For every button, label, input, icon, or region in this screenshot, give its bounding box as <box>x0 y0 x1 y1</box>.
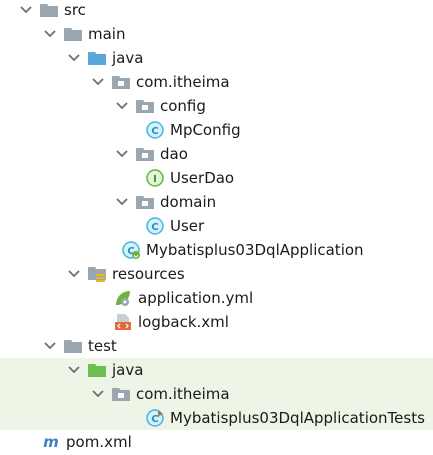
chevron-down-icon[interactable] <box>42 338 58 354</box>
chevron-down-icon[interactable] <box>66 50 82 66</box>
folder-green-test-icon <box>88 361 106 379</box>
package-icon <box>136 97 154 115</box>
tree-node-label: java <box>112 361 144 379</box>
chevron-down-icon[interactable] <box>42 26 58 42</box>
folder-gray-icon <box>64 25 82 43</box>
xml-file-icon <box>114 313 132 331</box>
chevron-down-icon[interactable] <box>114 194 130 210</box>
chevron-down-icon[interactable] <box>90 74 106 90</box>
svg-text:m: m <box>43 433 59 451</box>
chevron-down-icon[interactable] <box>90 386 106 402</box>
tree-node-class-mpconfig[interactable]: C MpConfig <box>0 118 433 142</box>
project-tree: src main java com.itheima config C MpCon… <box>0 0 433 455</box>
folder-blue-source-icon <box>88 49 106 67</box>
svg-text:C: C <box>151 126 158 137</box>
tree-node-interface-userdao[interactable]: I UserDao <box>0 166 433 190</box>
spring-boot-class-icon: C <box>122 241 140 259</box>
tree-node-label: src <box>64 1 86 19</box>
resources-folder-icon <box>88 265 106 283</box>
folder-gray-icon <box>40 1 58 19</box>
tree-node-file-application-yml[interactable]: application.yml <box>0 286 433 310</box>
tree-node-file-logback-xml[interactable]: logback.xml <box>0 310 433 334</box>
tree-node-test[interactable]: test <box>0 334 433 358</box>
chevron-down-icon[interactable] <box>114 98 130 114</box>
tree-node-label: test <box>88 337 117 355</box>
chevron-down-icon[interactable] <box>114 146 130 162</box>
folder-gray-icon <box>64 337 82 355</box>
tree-node-label: config <box>160 97 206 115</box>
maven-icon: m <box>42 433 60 451</box>
tree-node-label: User <box>170 217 205 235</box>
chevron-down-icon[interactable] <box>18 2 34 18</box>
tree-node-class-application-tests[interactable]: C Mybatisplus03DqlApplicationTests <box>0 406 433 430</box>
tree-node-class-user[interactable]: C User <box>0 214 433 238</box>
tree-node-package-domain[interactable]: domain <box>0 190 433 214</box>
tree-node-java-test[interactable]: java <box>0 358 433 382</box>
tree-node-label: java <box>112 49 144 67</box>
chevron-down-icon[interactable] <box>66 266 82 282</box>
tree-node-label: logback.xml <box>138 313 229 331</box>
package-icon <box>136 145 154 163</box>
tree-node-package-dao[interactable]: dao <box>0 142 433 166</box>
tree-node-package-config[interactable]: config <box>0 94 433 118</box>
tree-node-label: dao <box>160 145 188 163</box>
tree-node-label: Mybatisplus03DqlApplicationTests <box>170 409 425 427</box>
interface-icon: I <box>146 169 164 187</box>
class-icon: C <box>146 121 164 139</box>
tree-node-label: domain <box>160 193 217 211</box>
tree-node-main[interactable]: main <box>0 22 433 46</box>
package-icon <box>112 73 130 91</box>
tree-node-label: MpConfig <box>170 121 241 139</box>
tree-node-label: main <box>88 25 126 43</box>
tree-node-src[interactable]: src <box>0 0 433 22</box>
tree-node-file-pom-xml[interactable]: m pom.xml <box>0 430 433 454</box>
tree-node-package-com-itheima[interactable]: com.itheima <box>0 70 433 94</box>
tree-node-label: com.itheima <box>136 385 230 403</box>
tree-node-java-main[interactable]: java <box>0 46 433 70</box>
spring-config-icon <box>114 289 132 307</box>
package-icon <box>136 193 154 211</box>
tree-node-resources[interactable]: resources <box>0 262 433 286</box>
tree-node-label: Mybatisplus03DqlApplication <box>146 241 364 259</box>
package-icon <box>112 385 130 403</box>
tree-node-class-application[interactable]: C Mybatisplus03DqlApplication <box>0 238 433 262</box>
svg-text:C: C <box>151 222 158 233</box>
tree-node-label: application.yml <box>138 289 254 307</box>
tree-node-label: pom.xml <box>66 433 132 451</box>
svg-text:I: I <box>153 174 157 185</box>
svg-text:C: C <box>151 414 158 425</box>
class-icon: C <box>146 217 164 235</box>
tree-node-package-com-itheima-test[interactable]: com.itheima <box>0 382 433 406</box>
tree-node-label: UserDao <box>170 169 235 187</box>
tree-node-label: com.itheima <box>136 73 230 91</box>
test-class-icon: C <box>146 409 164 427</box>
tree-node-label: resources <box>112 265 185 283</box>
chevron-down-icon[interactable] <box>66 362 82 378</box>
